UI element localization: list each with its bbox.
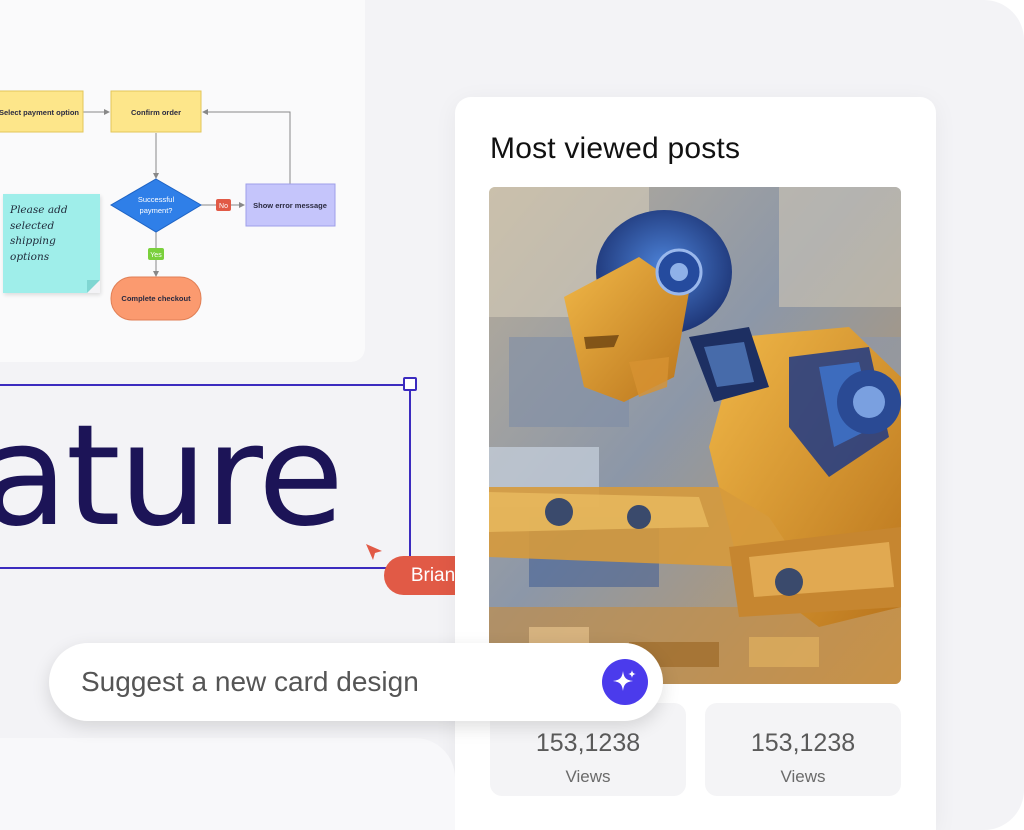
node-select-payment[interactable]: Select payment option [0, 90, 84, 133]
stat-value: 153,1238 [535, 729, 641, 757]
node-confirm-order-label: Confirm order [131, 108, 181, 117]
stat-label: Views [565, 767, 611, 786]
node-show-error[interactable]: Show error message [245, 183, 336, 227]
toolbar-backdrop [0, 738, 455, 830]
sparkle-icon [613, 670, 636, 691]
connector-error-to-confirm [202, 109, 291, 184]
stat-label: Views [780, 767, 826, 786]
sticky-note[interactable]: Please add selected shipping options [3, 194, 100, 293]
stat-views-2: 153,1238 Views [705, 703, 901, 796]
no-badge: No [216, 199, 231, 211]
node-decision-label-1: Successful [138, 195, 175, 204]
node-select-payment-label: Select payment option [0, 108, 79, 117]
node-decision-label-2: payment? [140, 206, 173, 215]
ai-prompt-input[interactable] [81, 662, 581, 702]
yes-badge: Yes [148, 248, 164, 260]
card-title: Most viewed posts [490, 132, 741, 165]
flowchart-panel[interactable]: Select payment option Confirm order Succ… [0, 0, 365, 362]
node-complete-checkout[interactable]: Complete checkout [110, 276, 202, 321]
whiteboard-canvas[interactable]: Select payment option Confirm order Succ… [0, 0, 1024, 830]
node-confirm-order[interactable]: Confirm order [110, 90, 202, 133]
collaborator-cursor-icon [366, 544, 382, 560]
stat-value: 153,1238 [750, 729, 856, 757]
node-complete-checkout-label: Complete checkout [121, 294, 191, 303]
selection-frame[interactable] [0, 384, 411, 569]
ai-generate-button[interactable] [602, 659, 648, 705]
yes-badge-label: Yes [150, 252, 162, 259]
node-successful-payment[interactable]: Successful payment? [110, 178, 202, 233]
robot-artwork-image[interactable] [489, 187, 901, 684]
resize-handle[interactable] [403, 377, 417, 391]
ai-prompt-bar [49, 643, 663, 721]
no-badge-label: No [219, 203, 228, 210]
flowchart: Select payment option Confirm order Succ… [0, 90, 336, 321]
node-show-error-label: Show error message [253, 201, 327, 210]
robot-artwork-illustration [489, 187, 901, 684]
sticky-note-text: Please add selected shipping options [10, 204, 68, 263]
